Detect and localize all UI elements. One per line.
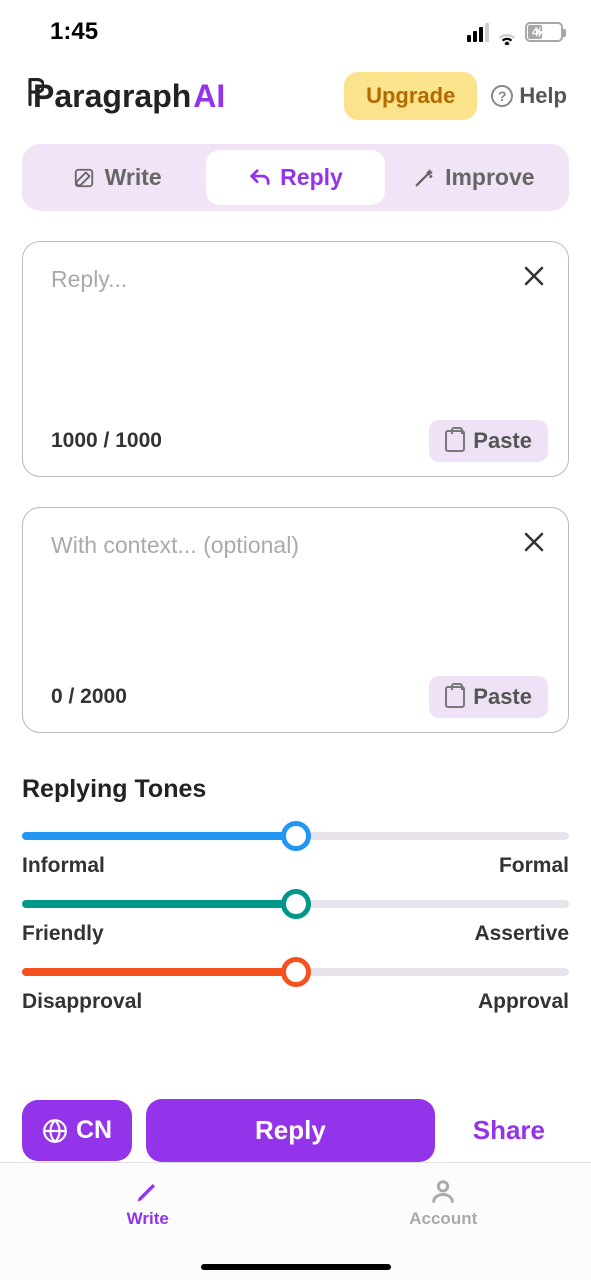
context-char-counter: 0 / 2000 — [51, 685, 127, 709]
slider-label-right: Formal — [499, 854, 569, 878]
globe-icon — [42, 1118, 68, 1144]
tab-improve[interactable]: Improve — [385, 150, 563, 205]
slider-friendliness[interactable]: Friendly Assertive — [22, 900, 569, 946]
status-indicators: 4 — [467, 22, 563, 42]
tab-write[interactable]: Write — [28, 150, 206, 205]
wifi-icon — [496, 24, 518, 40]
help-label: Help — [519, 83, 567, 109]
tab-write-label: Write — [105, 164, 162, 191]
clipboard-icon — [445, 430, 465, 452]
bottom-nav: Write Account — [0, 1162, 591, 1280]
tab-improve-label: Improve — [445, 164, 534, 191]
status-bar: 1:45 4 — [0, 0, 591, 54]
action-bar: CN Reply Share — [0, 1099, 591, 1162]
tab-reply[interactable]: Reply — [206, 150, 384, 205]
person-icon — [429, 1177, 457, 1205]
slider-label-left: Informal — [22, 854, 105, 878]
slider-label-right: Approval — [478, 990, 569, 1016]
help-button[interactable]: ? Help — [491, 83, 567, 109]
app-header: Paragraph AI Upgrade ? Help — [0, 54, 591, 140]
logo-text-main: Paragraph — [33, 78, 191, 115]
home-indicator[interactable] — [201, 1264, 391, 1270]
reply-arrow-icon — [248, 167, 270, 189]
logo-text-ai: AI — [193, 78, 225, 115]
help-icon: ? — [491, 85, 513, 107]
app-logo: Paragraph AI — [26, 77, 225, 115]
status-time: 1:45 — [50, 18, 98, 46]
cellular-icon — [467, 23, 489, 42]
share-button[interactable]: Share — [449, 1099, 569, 1162]
nav-account[interactable]: Account — [296, 1163, 591, 1280]
slider-approval[interactable]: Disapproval Approval — [22, 968, 569, 1016]
upgrade-button[interactable]: Upgrade — [344, 72, 477, 120]
battery-icon: 4 — [525, 22, 563, 42]
nav-write[interactable]: Write — [0, 1163, 296, 1280]
pencil-icon — [134, 1177, 162, 1205]
paste-reply-label: Paste — [473, 428, 532, 454]
reply-char-counter: 1000 / 1000 — [51, 429, 162, 453]
language-label: CN — [76, 1116, 112, 1145]
edit-icon — [73, 167, 95, 189]
context-textarea[interactable]: With context... (optional) — [51, 532, 548, 672]
tones-section: Replying Tones Informal Formal Friendly … — [22, 775, 569, 1016]
clipboard-icon — [445, 686, 465, 708]
tab-reply-label: Reply — [280, 164, 343, 191]
nav-account-label: Account — [409, 1209, 477, 1229]
language-button[interactable]: CN — [22, 1100, 132, 1161]
clear-reply-button[interactable] — [522, 264, 546, 293]
slider-label-left: Disapproval — [22, 990, 142, 1016]
paste-context-button[interactable]: Paste — [429, 676, 548, 718]
mode-tabs: Write Reply Improve — [22, 144, 569, 211]
paste-context-label: Paste — [473, 684, 532, 710]
submit-reply-button[interactable]: Reply — [146, 1099, 435, 1162]
reply-textarea[interactable]: Reply... — [51, 266, 548, 416]
tones-title: Replying Tones — [22, 775, 569, 804]
clear-context-button[interactable] — [522, 530, 546, 559]
wand-icon — [413, 167, 435, 189]
slider-formality[interactable]: Informal Formal — [22, 832, 569, 878]
slider-label-left: Friendly — [22, 922, 104, 946]
paste-reply-button[interactable]: Paste — [429, 420, 548, 462]
slider-label-right: Assertive — [474, 922, 569, 946]
nav-write-label: Write — [127, 1209, 169, 1229]
reply-input-card: Reply... 1000 / 1000 Paste — [22, 241, 569, 477]
context-input-card: With context... (optional) 0 / 2000 Past… — [22, 507, 569, 733]
